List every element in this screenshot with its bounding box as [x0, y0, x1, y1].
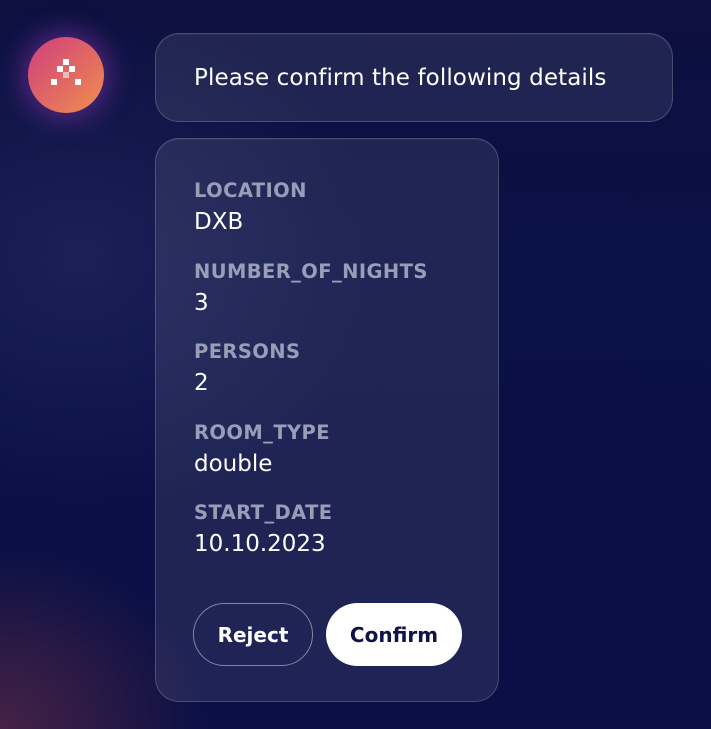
assistant-avatar — [28, 37, 104, 113]
detail-field-location: LOCATION DXB — [194, 177, 498, 258]
field-label: START_DATE — [194, 501, 333, 524]
confirmation-actions: Reject Confirm — [193, 603, 462, 666]
dots-triangle-logo-icon — [51, 59, 81, 85]
field-label: PERSONS — [194, 340, 301, 363]
field-label: ROOM_TYPE — [194, 420, 330, 444]
field-value: 2 — [194, 370, 209, 396]
field-label: LOCATION — [194, 179, 307, 202]
field-value: double — [194, 450, 273, 477]
confirm-button[interactable]: Confirm — [326, 603, 462, 666]
reject-button[interactable]: Reject — [193, 603, 313, 666]
field-value: 3 — [194, 289, 209, 316]
field-value: DXB — [194, 209, 244, 235]
confirmation-card: LOCATION DXB NUMBER_OF_NIGHTS 3 PERSONS … — [155, 138, 499, 702]
field-value: 10.10.2023 — [194, 531, 326, 557]
detail-field-room-type: ROOM_TYPE double — [194, 419, 498, 500]
detail-field-persons: PERSONS 2 — [194, 338, 498, 419]
detail-field-number-of-nights: NUMBER_OF_NIGHTS 3 — [194, 258, 498, 339]
assistant-message-bubble: Please confirm the following details — [155, 33, 673, 122]
message-text: Please confirm the following details — [194, 64, 607, 91]
field-label: NUMBER_OF_NIGHTS — [194, 259, 428, 283]
detail-field-start-date: START_DATE 10.10.2023 — [194, 499, 498, 580]
